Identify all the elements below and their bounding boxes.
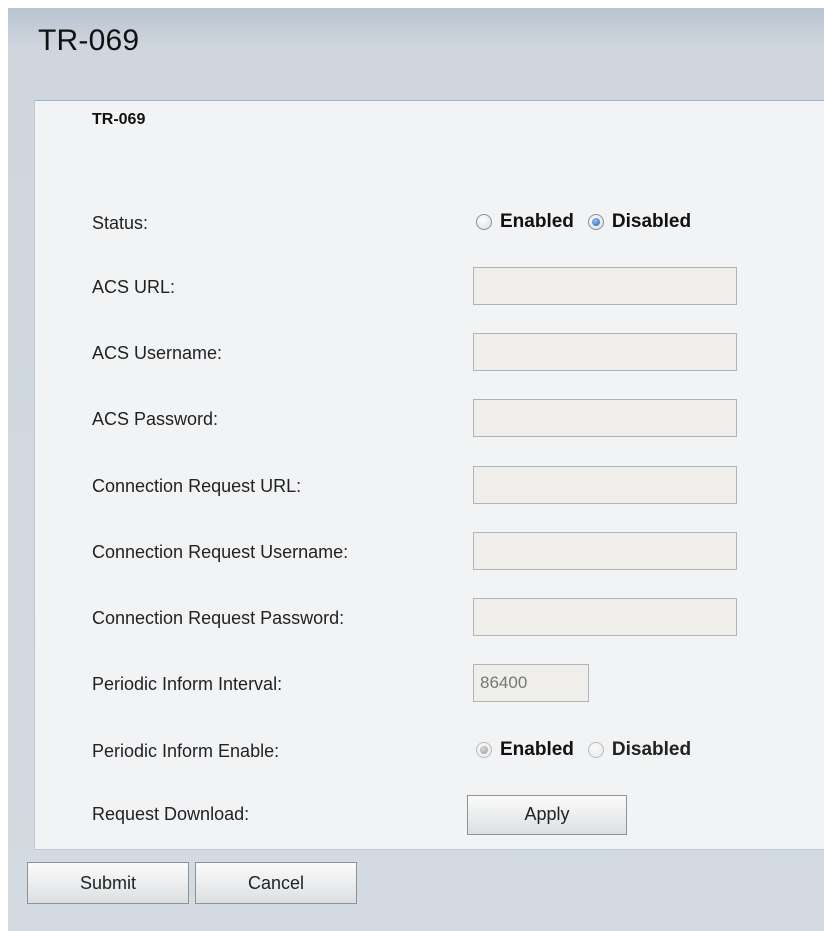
status-disabled-radio[interactable] (587, 214, 604, 230)
tr069-panel: TR-069 Status: Enabled Disabled ACS URL:… (34, 100, 824, 850)
acs-username-input[interactable] (473, 333, 737, 371)
periodic-interval-row: Periodic Inform Interval: (35, 664, 824, 702)
request-download-row: Request Download: Apply (35, 795, 824, 835)
conn-req-url-row: Connection Request URL: (35, 466, 824, 504)
cancel-button[interactable]: Cancel (195, 862, 357, 904)
periodic-interval-label: Periodic Inform Interval: (92, 674, 283, 694)
status-radio-group: Enabled Disabled (476, 211, 705, 233)
periodic-enable-label: Periodic Inform Enable: (92, 741, 280, 761)
acs-password-input[interactable] (473, 399, 737, 437)
acs-url-row: ACS URL: (35, 267, 824, 305)
periodic-interval-input[interactable] (473, 664, 589, 702)
acs-password-row: ACS Password: (35, 399, 824, 437)
periodic-disabled-radio[interactable] (587, 742, 604, 758)
page-frame: TR-069 TR-069 Status: Enabled Disabled A… (8, 8, 824, 931)
request-download-label: Request Download: (92, 804, 250, 824)
conn-req-password-input[interactable] (473, 598, 737, 636)
periodic-disabled-label[interactable]: Disabled (612, 739, 691, 761)
conn-req-url-label: Connection Request URL: (92, 476, 302, 496)
conn-req-password-label: Connection Request Password: (92, 608, 345, 628)
periodic-enable-radio-group: Enabled Disabled (476, 739, 705, 761)
acs-url-label: ACS URL: (92, 277, 176, 297)
status-disabled-label[interactable]: Disabled (612, 211, 691, 233)
conn-req-username-row: Connection Request Username: (35, 532, 824, 570)
status-enabled-label[interactable]: Enabled (500, 211, 574, 233)
apply-button[interactable]: Apply (467, 795, 627, 835)
page-title: TR-069 (38, 24, 140, 57)
periodic-enabled-label[interactable]: Enabled (500, 739, 574, 761)
section-title: TR-069 (92, 111, 146, 128)
acs-password-label: ACS Password: (92, 409, 219, 429)
acs-username-row: ACS Username: (35, 333, 824, 371)
submit-button[interactable]: Submit (27, 862, 189, 904)
status-label: Status: (92, 213, 149, 233)
periodic-enable-row: Periodic Inform Enable: Enabled Disabled (35, 735, 824, 769)
status-row: Status: Enabled Disabled (35, 207, 824, 241)
acs-url-input[interactable] (473, 267, 737, 305)
status-enabled-radio[interactable] (476, 214, 492, 230)
conn-req-url-input[interactable] (473, 466, 737, 504)
conn-req-username-label: Connection Request Username: (92, 542, 349, 562)
acs-username-label: ACS Username: (92, 343, 223, 363)
periodic-enabled-radio[interactable] (476, 742, 492, 758)
conn-req-username-input[interactable] (473, 532, 737, 570)
conn-req-password-row: Connection Request Password: (35, 598, 824, 636)
